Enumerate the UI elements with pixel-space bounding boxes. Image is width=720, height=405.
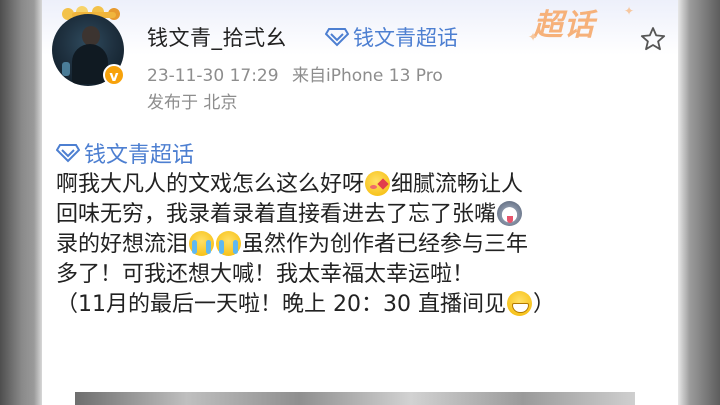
crying-face-emoji (189, 231, 215, 256)
post-supertopic-tag[interactable]: 钱文青超话 (56, 137, 194, 169)
avatar-figure-head (82, 26, 100, 46)
post-line: 录的好想流泪 虽然作为创作者已经参与三年 (56, 230, 656, 260)
post-text-segment: 细腻流畅让人 (391, 172, 524, 197)
username[interactable]: 钱文青_拾弍幺 (147, 22, 287, 52)
post-text-segment: 啊我大凡人的文戏怎么这么好呀 (56, 172, 365, 197)
crying-face-emoji (216, 231, 242, 256)
post-meta: 23-11-30 17:29 来自iPhone 13 Pro (147, 61, 443, 86)
post-image-preview[interactable] (75, 392, 635, 405)
post-location: 发布于 北京 (147, 93, 238, 113)
verified-badge-icon: v (103, 64, 125, 86)
post-text-segment: 多了！可我还想大喊！我太幸福太幸运啦！ (56, 262, 475, 287)
post-text-segment: 录的好想流泪 (56, 232, 189, 257)
post-text-segment: ） (532, 292, 555, 317)
post-line: （11月的最后一天啦！晚上 20：30 直播间见 ） (56, 290, 656, 320)
kiss-face-emoji (365, 171, 391, 196)
post-text: 啊我大凡人的文戏怎么这么好呀 细腻流畅让人 回味无穷，我录着录着直接看进去了忘了张… (56, 170, 656, 320)
post-text-segment: （11月的最后一天啦！晚上 20：30 直播间见 (56, 292, 506, 317)
post-line: 啊我大凡人的文戏怎么这么好呀 细腻流畅让人 (56, 170, 656, 200)
supertopic-diamond-icon (56, 144, 80, 163)
supertopic-link-label[interactable]: 钱文青超话 (353, 22, 458, 52)
screen-frame: 超话 ✦ ✦ v 钱文青_拾弍幺 钱文青超话 23-11-30 17:29 来自… (0, 0, 720, 405)
sparkle-icon: ✦ (624, 4, 635, 18)
post-source: 来自iPhone 13 Pro (291, 66, 443, 86)
grin-face-emoji (506, 291, 532, 316)
husky-face-emoji (497, 201, 523, 226)
post-line: 回味无穷，我录着录着直接看进去了忘了张嘴 (56, 200, 656, 230)
supertopic-diamond-icon (325, 28, 349, 47)
star-outline-icon[interactable] (640, 26, 666, 52)
sparkle-icon: ✦ (528, 30, 539, 44)
supertopic-banner[interactable]: 超话 (533, 0, 595, 44)
supertopic-link[interactable]: 钱文青超话 (325, 22, 458, 52)
post-supertopic-label[interactable]: 钱文青超话 (84, 137, 194, 169)
post-timestamp: 23-11-30 17:29 (147, 66, 279, 86)
post-text-segment: 虽然作为创作者已经参与三年 (242, 232, 529, 257)
post-line: 多了！可我还想大喊！我太幸福太幸运啦！ (56, 260, 656, 290)
post-text-segment: 回味无穷，我录着录着直接看进去了忘了张嘴 (56, 202, 497, 227)
avatar-light (62, 62, 70, 76)
